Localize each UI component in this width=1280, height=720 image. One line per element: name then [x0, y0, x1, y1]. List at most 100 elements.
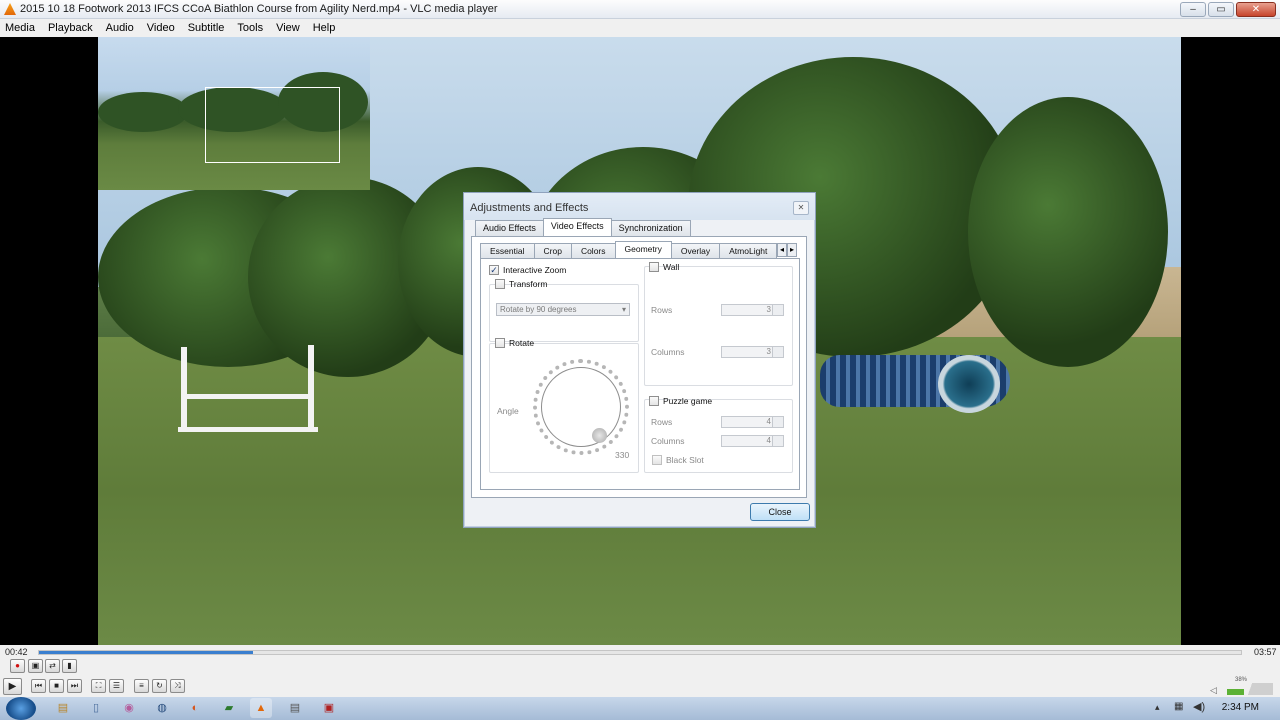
subtab-colors[interactable]: Colors — [570, 243, 616, 258]
total-time: 03:57 — [1254, 647, 1277, 657]
video-tree — [968, 97, 1168, 367]
previous-icon[interactable]: ⏮ — [31, 679, 46, 693]
wall-rows-label: Rows — [651, 305, 673, 315]
interactive-zoom-label: Interactive Zoom — [503, 265, 567, 275]
menu-subtitle[interactable]: Subtitle — [188, 22, 225, 34]
puzzle-rows-spinbox[interactable]: 4 — [721, 416, 784, 428]
frame-by-frame-icon[interactable]: ▮ — [62, 659, 77, 673]
subtab-overlay[interactable]: Overlay — [670, 243, 721, 258]
speaker-icon[interactable]: ◁ — [1210, 685, 1217, 696]
scroll-right-arrow-icon[interactable]: ▸ — [787, 243, 797, 257]
menu-help[interactable]: Help — [313, 22, 336, 34]
document-icon[interactable]: ▯ — [85, 698, 107, 718]
wall-rows-value: 3 — [766, 305, 771, 314]
snapshot-icon[interactable]: ▣ — [28, 659, 43, 673]
puzzle-columns-spinbox[interactable]: 4 — [721, 435, 784, 447]
black-slot-label: Black Slot — [666, 455, 704, 465]
video-tool-icon[interactable]: ▣ — [318, 698, 340, 718]
subtab-geometry[interactable]: Geometry — [614, 241, 672, 258]
wall-checkbox[interactable] — [649, 262, 659, 272]
minimize-button[interactable]: – — [1180, 2, 1206, 17]
firefox-icon[interactable]: ◐ — [184, 698, 206, 718]
transform-checkbox[interactable] — [495, 279, 505, 289]
angle-dial[interactable] — [533, 359, 629, 455]
wall-rows-spinbox[interactable]: 3 — [721, 304, 784, 316]
stop-icon[interactable]: ■ — [49, 679, 64, 693]
menu-media[interactable]: Media — [5, 22, 35, 34]
menu-view[interactable]: View — [276, 22, 300, 34]
playlist-icon[interactable]: ≡ — [134, 679, 149, 693]
fullscreen-icon[interactable]: ⛶ — [91, 679, 106, 693]
subtab-atmolight[interactable]: AtmoLight — [719, 243, 778, 258]
subtab-crop[interactable]: Crop — [533, 243, 572, 258]
wall-columns-spinbox[interactable]: 3 — [721, 346, 784, 358]
menu-playback[interactable]: Playback — [48, 22, 93, 34]
record-icon[interactable]: ● — [10, 659, 25, 673]
puzzle-label: Puzzle game — [663, 396, 713, 406]
volume-tray-icon[interactable]: ◀) — [1193, 700, 1205, 713]
maximize-button[interactable]: ▭ — [1208, 2, 1234, 17]
seek-bar[interactable] — [38, 650, 1242, 655]
tab-synchronization[interactable]: Synchronization — [610, 220, 691, 236]
vlc-taskbar-icon[interactable]: ▲ — [250, 698, 272, 718]
wall-columns-label: Columns — [651, 347, 685, 357]
menu-bar: Media Playback Audio Video Subtitle Tool… — [0, 19, 1280, 37]
transform-select[interactable]: Rotate by 90 degrees ▾ — [496, 303, 630, 316]
transform-label: Transform — [509, 279, 548, 289]
next-icon[interactable]: ⏭ — [67, 679, 82, 693]
video-jump-base — [178, 427, 318, 432]
menu-video[interactable]: Video — [147, 22, 175, 34]
wall-label: Wall — [663, 262, 680, 272]
zoom-thumbnail[interactable] — [98, 37, 370, 190]
loop-ab-icon[interactable]: ⇄ — [45, 659, 60, 673]
menu-audio[interactable]: Audio — [106, 22, 134, 34]
volume-value: 38% — [1235, 677, 1248, 683]
puzzle-columns-value: 4 — [766, 436, 771, 445]
close-button[interactable]: Close — [750, 503, 810, 521]
scroll-left-arrow-icon[interactable]: ◂ — [777, 243, 787, 257]
video-jump-bar — [184, 394, 310, 399]
menu-tools[interactable]: Tools — [237, 22, 263, 34]
angle-dial-face — [541, 367, 621, 447]
elapsed-time: 00:42 — [5, 647, 28, 657]
volume-slider[interactable]: 38% — [1227, 677, 1273, 695]
adjustments-dialog: Adjustments and Effects ✕ Audio Effects … — [463, 192, 816, 528]
puzzle-checkbox[interactable] — [649, 396, 659, 406]
app-icon[interactable]: ▰ — [218, 698, 240, 718]
rotate-checkbox[interactable] — [495, 338, 505, 348]
wall-columns-value: 3 — [766, 347, 771, 356]
tray-arrow-icon[interactable]: ▴ — [1155, 702, 1160, 713]
player-controls: 00:42 03:57 ● ▣ ⇄ ▮ ▶ ⏮ ■ ⏭ ⛶ ☰ ≡ ↻ ⤨ ◁ … — [0, 645, 1280, 697]
zoom-selection-rect[interactable] — [205, 87, 340, 163]
close-window-button[interactable]: ✕ — [1236, 2, 1276, 17]
notepad-icon[interactable]: ▤ — [284, 698, 306, 718]
interactive-zoom-checkbox[interactable]: ✓ — [489, 265, 499, 275]
explorer-icon[interactable]: ▤ — [52, 698, 74, 718]
start-button-icon[interactable] — [6, 697, 36, 720]
vlc-cone-icon — [4, 3, 16, 15]
puzzle-rows-label: Rows — [651, 417, 673, 427]
extended-settings-icon[interactable]: ☰ — [109, 679, 124, 693]
window-title: 2015 10 18 Footwork 2013 IFCS CCoA Biath… — [20, 3, 498, 15]
subtab-essential[interactable]: Essential — [480, 243, 535, 258]
angle-label: Angle — [497, 406, 519, 416]
loop-icon[interactable]: ↻ — [152, 679, 167, 693]
media-icon[interactable]: ◉ — [118, 698, 140, 718]
play-icon[interactable]: ▶ — [3, 678, 22, 695]
thumb-trees — [98, 92, 188, 132]
video-subtabs: Essential Crop Colors Geometry Overlay A… — [480, 241, 778, 258]
tab-video-effects[interactable]: Video Effects — [542, 218, 612, 236]
black-slot-checkbox[interactable] — [652, 455, 662, 465]
globe-icon[interactable]: ◍ — [151, 698, 173, 718]
wall-group — [644, 266, 793, 386]
dialog-title: Adjustments and Effects — [464, 193, 815, 220]
angle-dial-knob[interactable] — [592, 428, 607, 443]
effects-tabs: Audio Effects Video Effects Synchronizat… — [475, 218, 691, 236]
video-effects-panel: Essential Crop Colors Geometry Overlay A… — [471, 236, 807, 498]
geometry-panel: ✓ Interactive Zoom Transform Rotate by 9… — [480, 258, 800, 490]
shuffle-icon[interactable]: ⤨ — [170, 679, 185, 693]
dialog-close-icon[interactable]: ✕ — [793, 201, 809, 215]
puzzle-columns-label: Columns — [651, 436, 685, 446]
tab-audio-effects[interactable]: Audio Effects — [475, 220, 544, 236]
network-icon[interactable]: ▦ — [1174, 701, 1183, 712]
